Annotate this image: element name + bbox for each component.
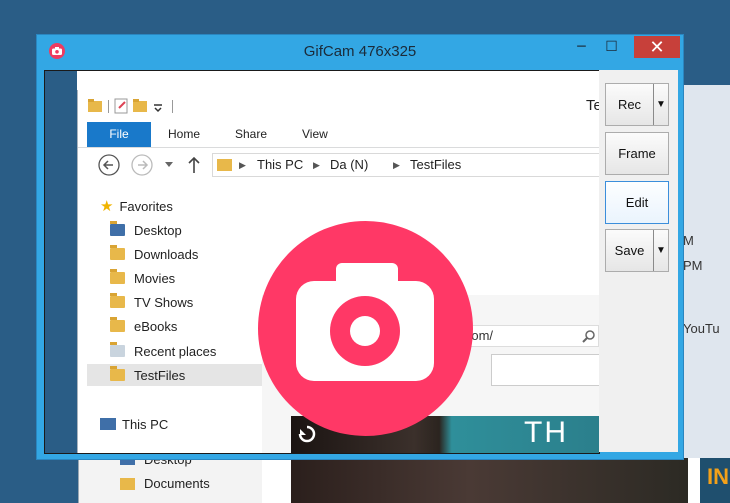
quick-access-toolbar: Te	[78, 90, 599, 122]
background-text-youtube: YouTu	[683, 321, 720, 336]
side-panel: Rec ▼ Frame Edit Save ▼	[599, 70, 678, 452]
capture-area[interactable]: Te File Home Share View ▶ This PC ▶	[44, 70, 600, 454]
forward-icon[interactable]	[130, 153, 154, 177]
breadcrumb-this-pc[interactable]: This PC	[257, 154, 303, 176]
background-video	[291, 458, 688, 503]
up-arrow-icon[interactable]	[187, 155, 201, 175]
breadcrumb-separator-icon: ▶	[313, 160, 320, 170]
computer-icon	[100, 418, 116, 430]
background-right-pane	[680, 85, 730, 503]
star-icon: ★	[100, 198, 114, 215]
folder-icon	[110, 366, 125, 381]
minimize-icon: ─	[577, 39, 586, 55]
background-nav-documents-label: Documents	[144, 476, 210, 491]
nav-this-pc-label: This PC	[122, 416, 169, 432]
recent-locations-chevron-down-icon[interactable]	[164, 161, 174, 169]
nav-this-pc[interactable]: This PC	[88, 413, 260, 435]
breadcrumb-drive[interactable]: Da (N)	[330, 154, 368, 176]
frame-button[interactable]: Frame	[605, 132, 669, 175]
camera-icon	[296, 263, 434, 381]
tab-view[interactable]: View	[302, 122, 328, 147]
ribbon-tabs: File Home Share View	[78, 122, 599, 148]
save-label: Save	[614, 243, 645, 258]
nav-item-label: eBooks	[134, 318, 178, 334]
captured-desktop-strip	[45, 71, 77, 453]
navigation-pane: ★ Favorites Desktop Downloads Movies TV …	[78, 185, 263, 453]
nav-item-tv-shows[interactable]: TV Shows	[88, 291, 260, 313]
edit-label: Edit	[625, 195, 649, 210]
web-search-box	[491, 354, 599, 386]
background-nav-documents: Documents	[120, 476, 210, 491]
folder-icon	[217, 159, 232, 171]
breadcrumb-separator-icon: ▶	[393, 160, 400, 170]
breadcrumb-separator-icon: ▶	[239, 160, 246, 170]
quick-access-icons	[88, 98, 173, 114]
back-icon[interactable]	[97, 153, 121, 177]
nav-item-recent-places[interactable]: Recent places	[88, 340, 260, 362]
explorer-title: Te	[586, 97, 599, 114]
nav-item-testfiles[interactable]: TestFiles	[87, 364, 262, 386]
background-banner: IN	[700, 458, 730, 503]
background-banner-text: IN	[707, 464, 729, 489]
edit-button[interactable]: Edit	[605, 181, 669, 224]
search-icon	[582, 330, 595, 343]
rec-button[interactable]: Rec ▼	[605, 83, 669, 126]
nav-favorites-label: Favorites	[119, 198, 173, 214]
nav-item-downloads[interactable]: Downloads	[88, 243, 260, 265]
save-dropdown-chevron-down-icon[interactable]: ▼	[653, 230, 668, 271]
close-icon: ✕	[649, 36, 665, 58]
folder-icon	[120, 478, 135, 490]
desktop-icon	[110, 221, 125, 236]
save-button[interactable]: Save ▼	[605, 229, 669, 272]
recent-places-icon	[110, 342, 125, 357]
nav-item-label: Movies	[134, 270, 176, 286]
background-text-m: M	[683, 233, 694, 248]
downloads-folder-icon	[110, 245, 125, 260]
folder-icon	[110, 269, 125, 284]
breadcrumb-testfiles[interactable]: TestFiles	[410, 154, 461, 176]
address-bar[interactable]: ▶ This PC ▶ Da (N) ▶ TestFiles	[212, 153, 599, 177]
background-text-pm: PM	[683, 258, 703, 273]
tab-file[interactable]: File	[87, 122, 151, 147]
tab-home[interactable]: Home	[168, 122, 200, 147]
replay-icon	[298, 425, 316, 443]
nav-item-label: TV Shows	[134, 294, 194, 310]
frame-label: Frame	[618, 146, 656, 161]
minimize-button[interactable]: ─	[568, 36, 595, 58]
camera-overlay	[258, 221, 473, 436]
nav-item-desktop[interactable]: Desktop	[88, 219, 260, 241]
tab-share[interactable]: Share	[235, 122, 267, 147]
rec-label: Rec	[617, 97, 642, 112]
nav-item-label: Downloads	[134, 246, 199, 262]
nav-favorites[interactable]: ★ Favorites	[88, 195, 260, 217]
nav-item-ebooks[interactable]: eBooks	[88, 315, 260, 337]
nav-item-label: Recent places	[134, 343, 217, 359]
video-title-text: TH	[524, 416, 568, 449]
nav-item-label: Desktop	[134, 222, 182, 238]
maximize-icon: ☐	[605, 39, 618, 55]
address-row: ▶ This PC ▶ Da (N) ▶ TestFiles	[78, 148, 599, 185]
close-button[interactable]: ✕	[634, 36, 680, 58]
folder-icon	[110, 293, 125, 308]
folder-icon	[110, 317, 125, 332]
nav-item-movies[interactable]: Movies	[88, 267, 260, 289]
maximize-button[interactable]: ☐	[598, 36, 625, 58]
rec-dropdown-chevron-down-icon[interactable]: ▼	[653, 84, 668, 125]
gifcam-window: GifCam 476x325 ─ ☐ ✕ Te File	[37, 35, 683, 459]
nav-item-label: TestFiles	[134, 367, 186, 383]
